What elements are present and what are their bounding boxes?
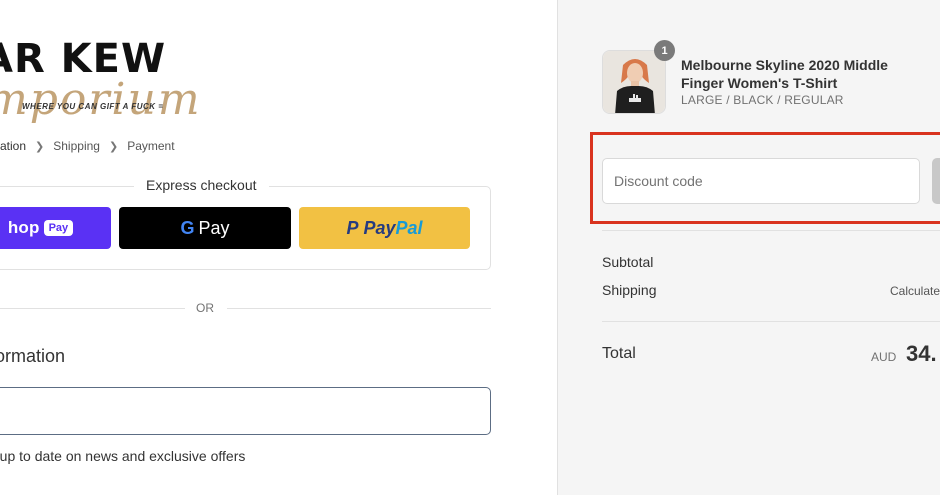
shipping-value: Calculate bbox=[890, 284, 940, 298]
store-logo[interactable]: AR KEW mporium WHERE YOU CAN GIFT A FUCK bbox=[0, 30, 212, 125]
total-amount: 34. bbox=[906, 341, 937, 366]
apply-discount-button[interactable] bbox=[932, 158, 940, 204]
quantity-badge: 1 bbox=[654, 40, 675, 61]
breadcrumb-payment: Payment bbox=[127, 139, 175, 153]
shop-pay-pill: Pay bbox=[43, 220, 74, 236]
chevron-right-icon: ❯ bbox=[108, 140, 119, 153]
breadcrumb: mation ❯ Shipping ❯ Payment bbox=[0, 139, 175, 153]
product-thumbnail bbox=[602, 50, 666, 114]
subtotal-label: Subtotal bbox=[602, 254, 654, 270]
discount-code-input[interactable] bbox=[602, 158, 920, 204]
paypal-label: PayPal bbox=[363, 217, 423, 238]
chevron-right-icon: ❯ bbox=[35, 140, 45, 153]
paypal-button[interactable]: P PayPal bbox=[299, 207, 470, 249]
google-pay-button[interactable]: G Pay bbox=[119, 207, 291, 249]
paypal-icon: P bbox=[346, 217, 359, 238]
divider-line bbox=[602, 321, 940, 322]
total-label: Total bbox=[602, 345, 636, 362]
order-summary: 1 Melbourne Skyline 2020 Middle Finger W… bbox=[557, 0, 940, 495]
logo-tagline: WHERE YOU CAN GIFT A FUCK bbox=[22, 102, 163, 111]
divider-line bbox=[0, 308, 185, 309]
product-name: Melbourne Skyline 2020 Middle Finger Wom… bbox=[681, 57, 888, 91]
shipping-label: Shipping bbox=[602, 282, 657, 298]
shop-pay-text: hop bbox=[7, 218, 40, 237]
express-checkout-title: Express checkout bbox=[134, 177, 269, 193]
or-divider-text: OR bbox=[196, 301, 214, 315]
product-variant: LARGE / BLACK / REGULAR bbox=[681, 93, 844, 107]
divider-line bbox=[602, 230, 940, 231]
checkout-page: AR KEW mporium WHERE YOU CAN GIFT A FUCK… bbox=[0, 0, 940, 495]
product-image bbox=[603, 51, 665, 113]
google-pay-label: Pay bbox=[198, 217, 230, 238]
checkout-main: AR KEW mporium WHERE YOU CAN GIFT A FUCK… bbox=[0, 0, 557, 495]
google-g-icon: G bbox=[180, 217, 195, 238]
breadcrumb-shipping: Shipping bbox=[53, 139, 100, 153]
logo-script-text: mporium bbox=[0, 74, 202, 125]
newsletter-checkbox-label[interactable]: e up to date on news and exclusive offer… bbox=[0, 448, 245, 464]
shop-pay-button[interactable]: hop Pay bbox=[0, 207, 111, 249]
email-field[interactable] bbox=[0, 387, 491, 435]
breadcrumb-information[interactable]: mation bbox=[0, 139, 26, 153]
currency-code: AUD bbox=[871, 350, 897, 364]
divider-line bbox=[227, 308, 491, 309]
contact-information-title: formation bbox=[0, 346, 66, 366]
